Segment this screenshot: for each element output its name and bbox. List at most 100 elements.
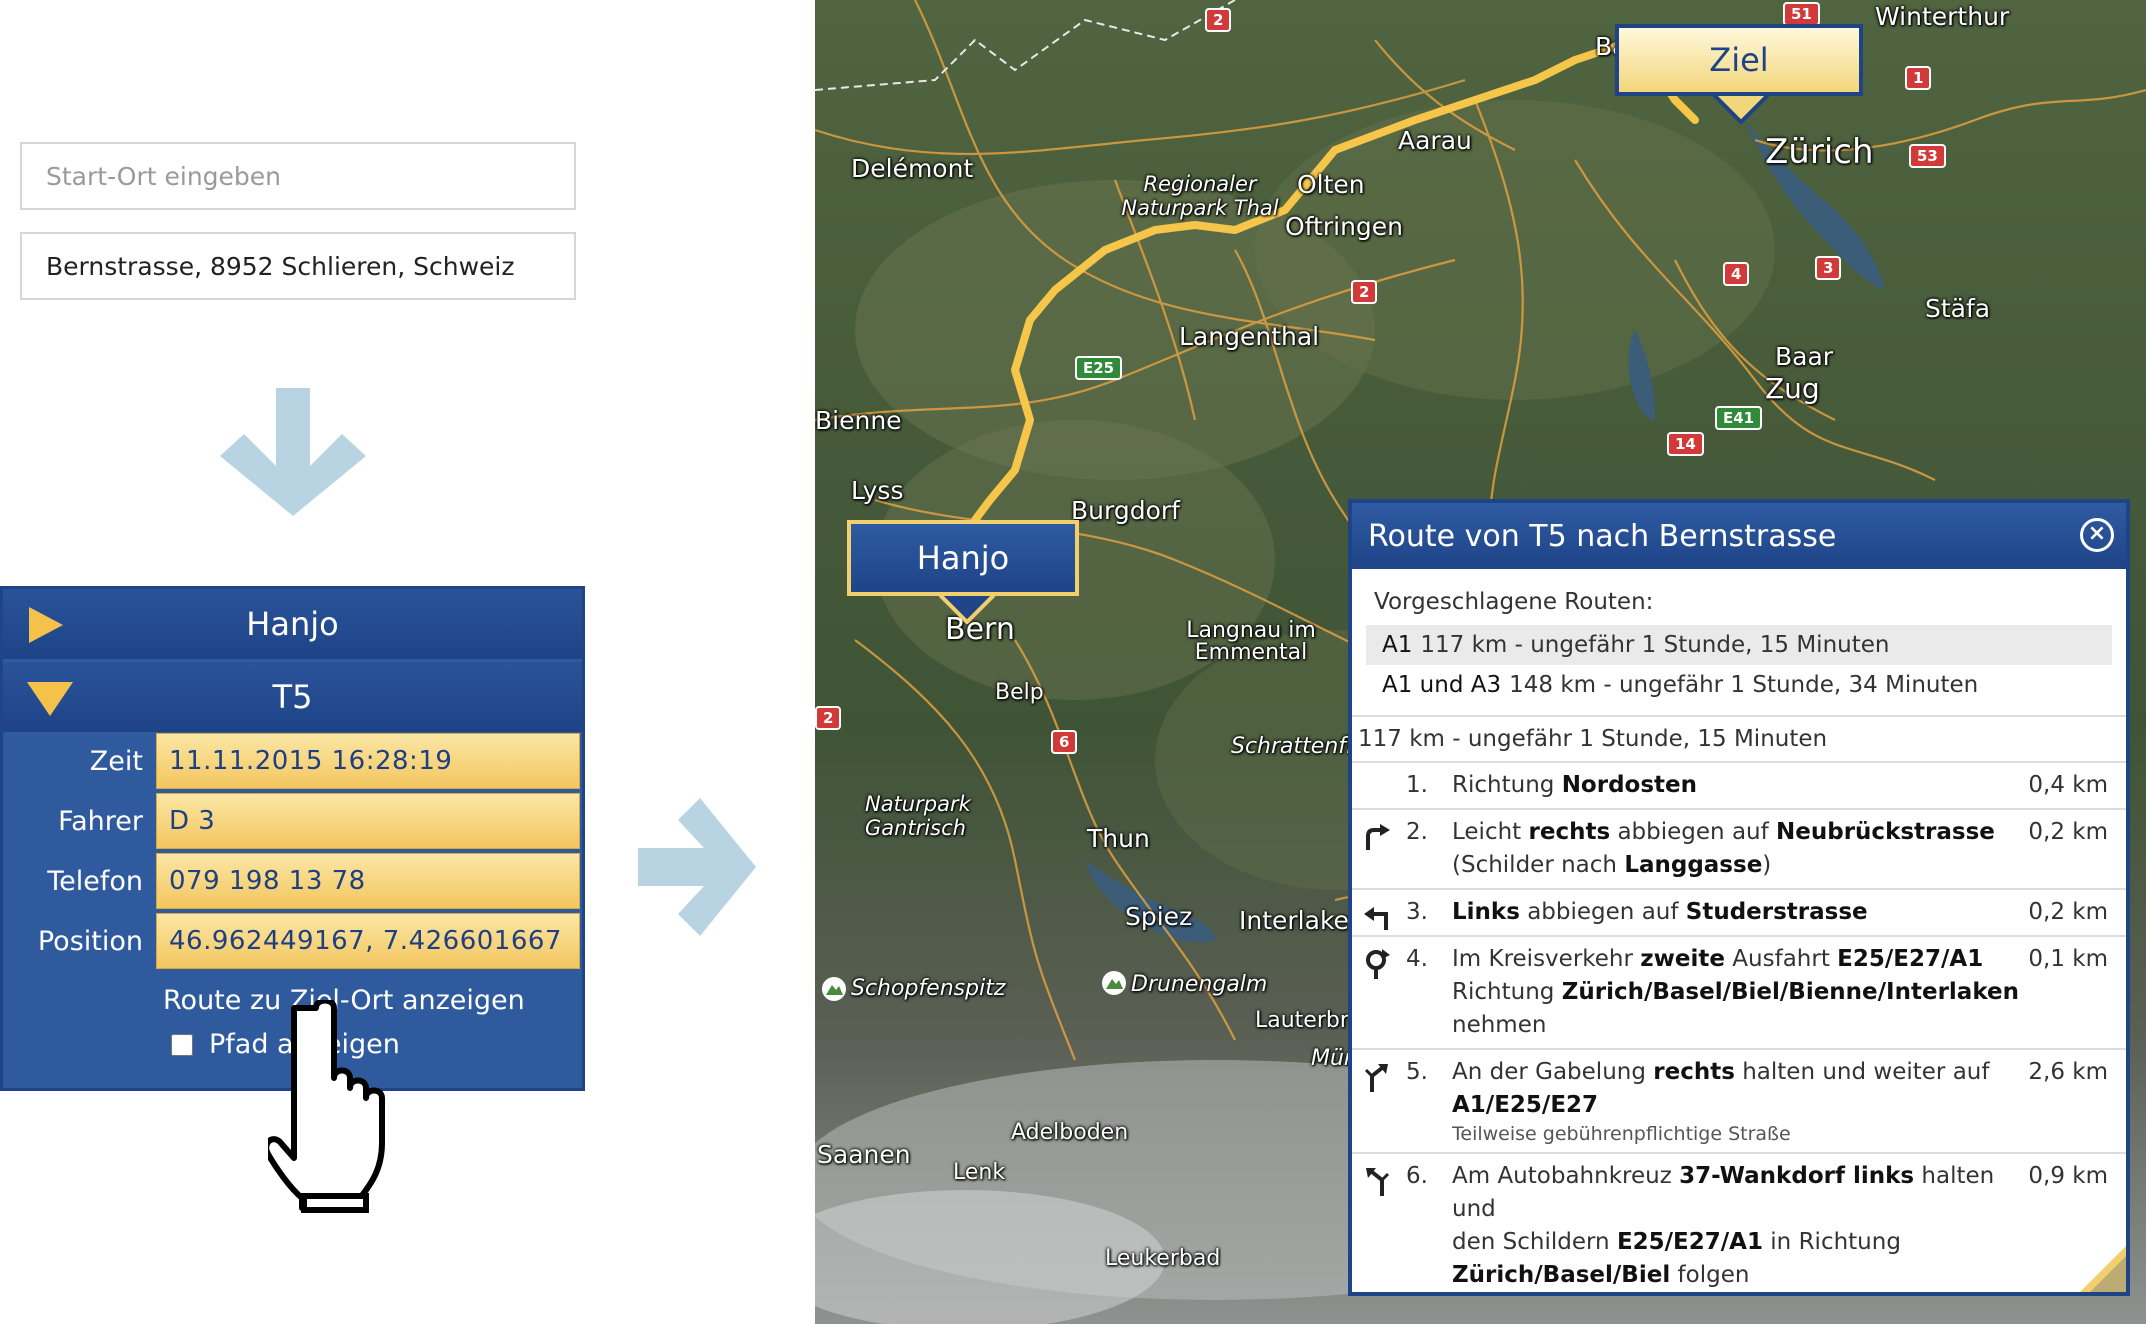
destination-marker-label: Ziel — [1709, 41, 1769, 79]
step-distance: 0,4 km — [2028, 772, 2108, 798]
route-option-details: 117 km - ungefähr 1 Stunde, 15 Minuten — [1420, 632, 1890, 658]
direction-step[interactable]: 2. Leicht rechts abbiegen auf Neubrückstr… — [1352, 810, 2126, 890]
place-lyss: Lyss — [851, 476, 904, 505]
road-shield: 53 — [1909, 144, 1946, 168]
field-value-telefon: 079 198 13 78 — [156, 853, 580, 909]
field-value-position: 46.962449167, 7.426601667 — [156, 913, 580, 969]
step-instruction: Richtung Nordosten — [1452, 772, 1698, 798]
field-label-position: Position — [37, 926, 143, 957]
step-distance: 0,2 km — [2028, 819, 2108, 845]
expand-arrow-icon[interactable] — [25, 605, 65, 645]
route-option-details: 148 km - ungefähr 1 Stunde, 34 Minuten — [1509, 672, 1979, 698]
step-instruction: Am Autobahnkreuz 37-Wankdorf links halte… — [1452, 1160, 2022, 1296]
destination-marker[interactable]: Ziel — [1615, 24, 1863, 96]
road-shield: 4 — [1723, 262, 1750, 286]
start-marker[interactable]: Hanjo — [847, 520, 1079, 596]
place-lenk: Lenk — [953, 1160, 1006, 1185]
place-burgdorf: Burgdorf — [1071, 496, 1180, 525]
group-name: Hanjo — [246, 605, 339, 643]
place-langnau: Langnau im Emmental — [1186, 618, 1316, 665]
place-muerren: Mür — [1311, 1046, 1353, 1071]
park-icon — [822, 977, 846, 1001]
place-aarau: Aarau — [1398, 126, 1472, 155]
step-number: 1. — [1406, 772, 1428, 798]
road-shield: 6 — [1051, 730, 1078, 754]
route-option-a1[interactable]: A1 117 km - ungefähr 1 Stunde, 15 Minute… — [1366, 625, 2112, 665]
route-panel: Route von T5 nach Bernstrasse × Vorgesch… — [1348, 499, 2130, 1296]
road-shield: 3 — [1815, 256, 1842, 280]
step-note: Teilweise gebührenpflichtige Straße — [1452, 1123, 1791, 1145]
roundabout-icon — [1366, 949, 1390, 979]
road-shield: 51 — [1783, 2, 1820, 26]
step-instruction: Leicht rechts abbiegen auf Neubrückstras… — [1452, 819, 1995, 878]
place-naturpark-thal: Regionaler Naturpark Thal — [1121, 172, 1279, 220]
place-staefa: Stäfa — [1925, 294, 1991, 323]
hand-pointer-icon — [268, 1000, 385, 1213]
step-instruction: Im Kreisverkehr zweite Ausfahrt E25/E27/… — [1452, 946, 2019, 1038]
step-distance: 2,6 km — [2028, 1059, 2108, 1085]
place-drunengalm: Drunengalm — [1131, 972, 1268, 997]
direction-step[interactable]: 3. Links abbiegen auf Studerstrasse 0,2 km — [1352, 890, 2126, 937]
place-leukerbad: Leukerbad — [1105, 1246, 1221, 1271]
fork-right-icon — [1364, 1064, 1388, 1092]
step-distance: 0,1 km — [2028, 946, 2108, 972]
start-location-input[interactable] — [44, 160, 552, 192]
step-number: 3. — [1406, 899, 1428, 925]
destination-field[interactable] — [20, 232, 576, 300]
place-adelboden: Adelboden — [1011, 1120, 1129, 1145]
place-delemont: Delémont — [851, 154, 974, 183]
route-option-a1-a3[interactable]: A1 und A3 148 km - ungefähr 1 Stunde, 34… — [1366, 665, 2112, 705]
place-zug: Zug — [1765, 372, 1820, 405]
place-winterthur: Winterthur — [1875, 2, 2010, 31]
turn-slight-right-icon — [1366, 824, 1390, 850]
place-interlaken: Interlaken — [1239, 906, 1365, 935]
route-option-road: A1 und A3 — [1382, 672, 1502, 698]
destination-marker-pointer — [1713, 94, 1769, 124]
group-header-hanjo[interactable]: Hanjo — [3, 589, 582, 659]
place-baar: Baar — [1775, 342, 1834, 371]
direction-step[interactable]: 4. Im Kreisverkehr zweite Ausfahrt E25/E2… — [1352, 937, 2126, 1050]
place-olten: Olten — [1297, 170, 1365, 199]
place-zuerich: Zürich — [1765, 132, 1874, 172]
step-number: 4. — [1406, 946, 1428, 972]
road-shield: E25 — [1075, 356, 1123, 380]
field-label-telefon: Telefon — [47, 866, 143, 897]
park-icon — [1102, 971, 1126, 995]
collapse-arrow-icon[interactable] — [25, 678, 75, 718]
place-schopfenspitz: Schopfenspitz — [851, 976, 1006, 1001]
resize-handle-icon[interactable] — [2080, 1246, 2126, 1292]
suggested-routes-title: Vorgeschlagene Routen: — [1374, 589, 1654, 615]
step-distance: 0,2 km — [2028, 899, 2108, 925]
close-icon[interactable]: × — [2080, 518, 2114, 552]
group-header-t5[interactable]: T5 — [3, 662, 582, 732]
show-path-checkbox[interactable] — [171, 1033, 193, 1056]
road-shield: E41 — [1715, 406, 1763, 430]
place-belp: Belp — [995, 680, 1044, 705]
place-spiez: Spiez — [1125, 902, 1193, 931]
arrow-right-icon — [638, 798, 756, 936]
direction-step[interactable]: 1. Richtung Nordosten 0,4 km — [1352, 763, 2126, 810]
directions-list: 1. Richtung Nordosten 0,4 km 2. Leicht recht… — [1352, 763, 2126, 1296]
start-marker-pointer — [939, 594, 995, 624]
place-thun: Thun — [1087, 824, 1150, 853]
road-shield: 1 — [1905, 66, 1932, 90]
place-schrattenflue: Schrattenflu — [1231, 734, 1367, 759]
route-option-road: A1 — [1382, 632, 1413, 658]
direction-step[interactable]: 5. An der Gabelung rechts halten und weit… — [1352, 1050, 2126, 1154]
route-panel-title: Route von T5 nach Bernstrasse — [1368, 518, 1837, 554]
destination-input[interactable] — [44, 250, 552, 282]
step-note: Gebührenpflichtige Straße — [1452, 1292, 2022, 1296]
step-instruction: Links abbiegen auf Studerstrasse — [1452, 899, 1868, 925]
start-location-field[interactable] — [20, 142, 576, 210]
place-lauterbrunnen: Lauterbru — [1255, 1008, 1363, 1033]
step-number: 5. — [1406, 1059, 1428, 1085]
start-marker-label: Hanjo — [916, 539, 1010, 577]
step-instruction: An der Gabelung rechts halten und weiter… — [1452, 1056, 2022, 1146]
road-shield: 2 — [815, 706, 842, 730]
route-panel-header: Route von T5 nach Bernstrasse × — [1352, 503, 2126, 569]
direction-step[interactable]: 6. Am Autobahnkreuz 37-Wankdorf links hal… — [1352, 1154, 2126, 1296]
field-label-fahrer: Fahrer — [58, 806, 143, 837]
field-value-zeit: 11.11.2015 16:28:19 — [156, 733, 580, 789]
place-bienne: Bienne — [815, 406, 902, 435]
place-saanen: Saanen — [817, 1140, 911, 1169]
